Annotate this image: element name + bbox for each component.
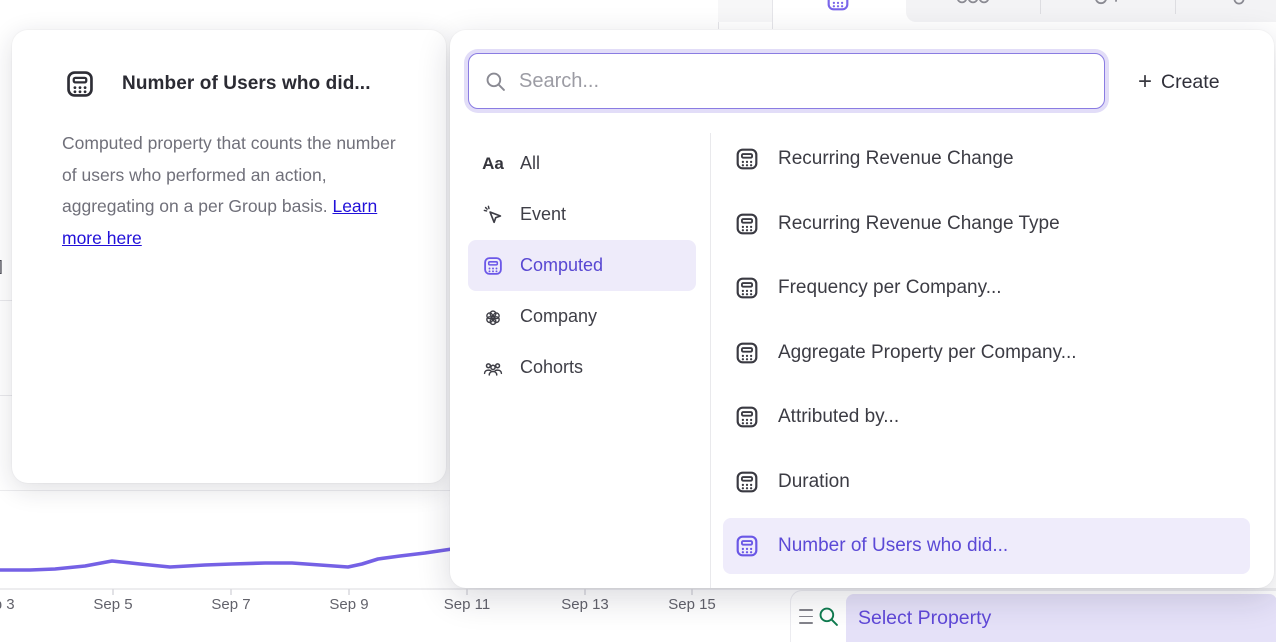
query-builder-row: Select Property	[790, 590, 1276, 642]
calculator-icon	[734, 340, 760, 366]
category-event[interactable]: Event	[468, 189, 696, 240]
plus-icon: +	[1138, 70, 1152, 94]
tooltip-title: Number of Users who did...	[122, 73, 371, 95]
tab-active-calculator-icon[interactable]	[825, 0, 851, 13]
property-picker-panel: + Create Aa All Event Computed Company	[450, 30, 1274, 588]
category-label: Computed	[520, 255, 603, 276]
search-box	[468, 53, 1105, 109]
text-aa-icon: Aa	[482, 154, 504, 174]
axis-label: Sep 9	[311, 596, 387, 613]
drag-handle-icon[interactable]	[799, 609, 813, 624]
property-search-icon[interactable]	[817, 605, 840, 628]
search-input[interactable]	[519, 61, 1104, 101]
cohorts-icon	[482, 357, 504, 379]
category-label: Event	[520, 204, 566, 225]
category-computed[interactable]: Computed	[468, 240, 696, 291]
property-label: Frequency per Company...	[778, 277, 1002, 299]
tab-icon[interactable]	[1092, 0, 1122, 9]
calculator-icon	[482, 255, 504, 277]
category-list: Aa All Event Computed Company Cohorts	[468, 138, 696, 393]
property-tooltip-card: Number of Users who did... Computed prop…	[12, 30, 446, 483]
calculator-icon	[734, 211, 760, 237]
calculator-icon	[734, 146, 760, 172]
create-button-label: Create	[1161, 71, 1220, 94]
property-label: Duration	[778, 471, 850, 493]
property-row[interactable]: Attributed by...	[723, 389, 1250, 445]
calculator-icon	[734, 469, 760, 495]
panel-divider	[710, 133, 711, 588]
select-property-chip[interactable]: Select Property	[846, 594, 1276, 642]
calculator-icon	[734, 404, 760, 430]
property-row-selected[interactable]: Number of Users who did...	[723, 518, 1250, 574]
tab-divider	[1175, 0, 1176, 14]
property-label: Attributed by...	[778, 406, 899, 428]
category-all[interactable]: Aa All	[468, 138, 696, 189]
property-row[interactable]: Recurring Revenue Change	[723, 131, 1250, 187]
category-label: Cohorts	[520, 357, 583, 378]
property-label: Recurring Revenue Change	[778, 148, 1014, 170]
category-label: All	[520, 153, 540, 174]
search-icon	[484, 70, 507, 93]
calculator-icon	[734, 275, 760, 301]
axis-label: Sep 3	[0, 596, 33, 613]
tab-divider	[1040, 0, 1041, 14]
tooltip-description: Computed property that counts the number…	[12, 100, 446, 254]
create-button[interactable]: + Create	[1138, 60, 1220, 104]
property-label: Recurring Revenue Change Type	[778, 213, 1060, 235]
tab-icon[interactable]	[957, 0, 989, 8]
category-label: Company	[520, 306, 597, 327]
tab-icon[interactable]	[1230, 0, 1248, 8]
calculator-icon	[64, 68, 96, 100]
property-row[interactable]: Recurring Revenue Change Type	[723, 196, 1250, 252]
event-cursor-icon	[482, 204, 504, 226]
property-row[interactable]: Frequency per Company...	[723, 260, 1250, 316]
background-section-divider	[0, 490, 455, 491]
category-company[interactable]: Company	[468, 291, 696, 342]
category-cohorts[interactable]: Cohorts	[468, 342, 696, 393]
background-text-fragment: y]	[0, 258, 3, 275]
app-screen: Sep 3 Sep 5 Sep 7 Sep 9 Sep 11 Sep 13 Sep 15 y…	[0, 0, 1276, 642]
axis-label: Sep 15	[654, 596, 730, 613]
axis-label: Sep 7	[193, 596, 269, 613]
tab-partial[interactable]	[718, 0, 772, 22]
tab-boundary-line	[772, 0, 773, 29]
axis-label: Sep 13	[547, 596, 623, 613]
company-icon	[482, 306, 504, 328]
axis-label: Sep 5	[75, 596, 151, 613]
property-label: Number of Users who did...	[778, 535, 1008, 557]
property-row[interactable]: Duration	[723, 454, 1250, 510]
property-list: Recurring Revenue Change Recurring Reven…	[723, 131, 1250, 583]
property-label: Aggregate Property per Company...	[778, 342, 1077, 364]
calculator-icon	[734, 533, 760, 559]
select-property-label: Select Property	[858, 607, 991, 630]
property-row[interactable]: Aggregate Property per Company...	[723, 325, 1250, 381]
axis-label: Sep 11	[429, 596, 505, 613]
